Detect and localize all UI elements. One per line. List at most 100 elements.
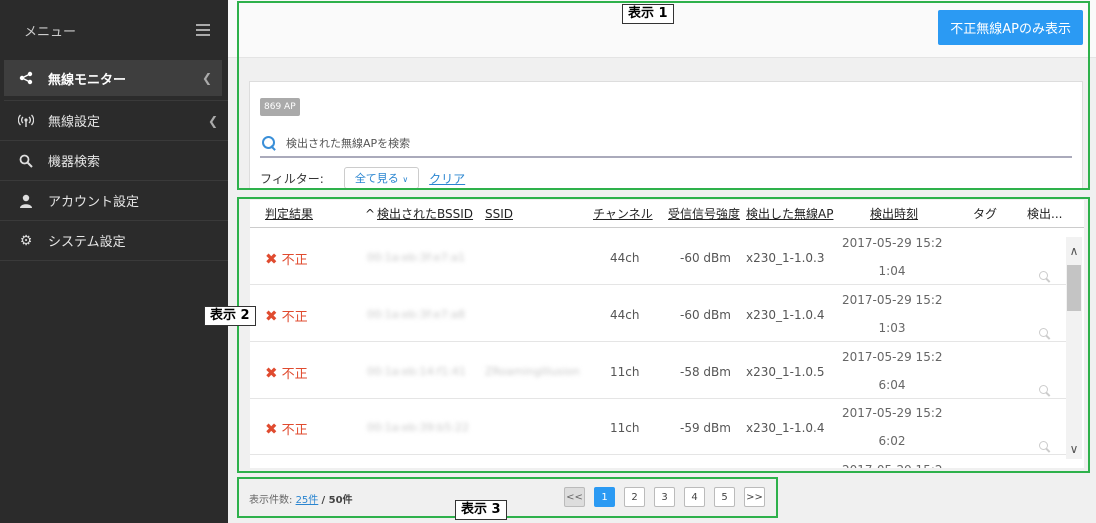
page-1-button[interactable]: 1 [594,487,615,507]
search-placeholder: 検出された無線APを検索 [286,137,411,150]
clear-filter-link[interactable]: クリア [429,170,465,187]
close-icon: ✖ [265,419,278,438]
table-row[interactable]: ✖ 不正 00:1a:eb:14:f1:41 ZRoamingIllusion 11ch… [250,343,1066,399]
detector-cell: x230_1-1.0.4 [746,308,825,322]
close-icon: ✖ [265,363,278,382]
channel-cell: 11ch [610,421,640,435]
table-footer: 表示件数: 25件 / 50件 << 1 2 3 4 5 >> [228,478,1096,523]
sort-asc-icon: ^ [365,206,376,221]
time-cell: 2017-05-29 15:2 1:04 [842,236,943,278]
annotation-label-2: 表示 2 [204,306,256,326]
record-count: 表示件数: 25件 / 50件 [249,495,353,506]
time-cell: 2017-05-29 15:2 1:03 [842,293,943,335]
col-ssid[interactable]: SSID [485,207,513,221]
filter-label: フィルター: [260,171,324,186]
sidebar-item-wireless-monitor[interactable]: 無線モニター ❮ [4,60,222,96]
menu-label: メニュー [24,24,77,40]
chevron-left-icon: ❮ [207,113,218,128]
filter-panel: 869 AP 検出された無線APを検索 フィルター: 全て見る ∨ クリア [249,81,1083,189]
time-cell: 2017-05-29 15:2 6:04 [842,350,943,392]
search-icon [18,153,34,169]
detector-cell: x230_1-1.0.4 [746,421,825,435]
col-tag: タグ [973,207,998,221]
table-row[interactable]: 2017-05-29 15:2 [250,456,1066,468]
page-2-button[interactable]: 2 [624,487,645,507]
ap-count-badge: 869 AP [260,98,300,116]
channel-cell: 44ch [610,308,640,322]
user-icon [18,193,34,209]
rogue-status: ✖ 不正 [265,363,308,383]
table-row[interactable]: ✖ 不正 00:1a:eb:39:b5:22 11ch -59 dBm x230_1-1.… [250,399,1066,455]
table-scrollbar[interactable]: ∧ ∨ [1066,237,1082,459]
sidebar-item-label: アカウント設定 [48,195,140,210]
search-icon [262,136,276,150]
rogue-status: ✖ 不正 [265,249,308,269]
scroll-up-icon[interactable]: ∧ [1066,243,1082,259]
sidebar-item-system-settings[interactable]: ⚙ システム設定 [0,221,228,261]
sidebar-item-label: システム設定 [48,235,126,250]
col-channel[interactable]: チャンネル [593,205,653,222]
filter-row: フィルター: 全て見る ∨ クリア [260,167,465,189]
scroll-down-icon[interactable]: ∨ [1066,441,1082,457]
ap-table: 判定結果 ^ 検出されたBSSID SSID チャンネル 受信信号強度 検出した… [250,200,1084,468]
magnifier-icon[interactable] [1039,327,1051,340]
sidebar-item-wireless-settings[interactable]: 無線設定 ❮ [0,101,228,141]
sidebar-item-device-search[interactable]: 機器検索 [0,141,228,181]
page-last-button[interactable]: >> [744,487,765,507]
col-bssid[interactable]: 検出されたBSSID [377,205,473,222]
rssi-cell: -60 dBm [680,251,731,265]
channel-cell: 11ch [610,365,640,379]
share-icon [18,70,34,86]
sidebar: メニュー 無線モニター ❮ 無線設定 ❮ 機器検索 アカウント設定 ⚙ システム… [0,0,228,523]
rogue-status: ✖ 不正 [265,306,308,326]
sidebar-item-label: 機器検索 [48,155,101,170]
rssi-cell: -60 dBm [680,308,731,322]
rogue-status: ✖ 不正 [265,419,308,439]
pagination: << 1 2 3 4 5 >> [564,487,774,507]
col-judgement[interactable]: 判定結果 [265,205,313,222]
col-detector[interactable]: 検出した無線AP [746,205,833,222]
magnifier-icon[interactable] [1039,270,1051,283]
bssid-cell: 00:1a:eb:14:f1:41 [367,365,466,378]
annotation-label-1: 表示 1 [622,4,674,24]
show-rogue-only-button[interactable]: 不正無線APのみ表示 [938,10,1083,45]
col-rssi[interactable]: 受信信号強度 [668,205,740,222]
page-3-button[interactable]: 3 [654,487,675,507]
time-cell: 2017-05-29 15:2 [842,456,943,468]
sidebar-item-label: 無線設定 [48,115,101,130]
magnifier-icon[interactable] [1039,440,1051,453]
table-row[interactable]: ✖ 不正 00:1a:eb:3f:e7:a1 44ch -60 dBm x230_1-1.… [250,229,1066,285]
chevron-down-icon: ∨ [402,175,409,184]
main-content: 不正無線APのみ表示 869 AP 検出された無線APを検索 フィルター: 全て… [228,0,1096,523]
bssid-cell: 00:1a:eb:39:b5:22 [367,421,469,434]
detector-cell: x230_1-1.0.5 [746,365,825,379]
col-time[interactable]: 検出時刻 [870,205,918,222]
gear-icon: ⚙ [19,232,33,249]
time-cell: 2017-05-29 15:2 6:02 [842,406,943,448]
sidebar-item-label: 無線モニター [48,72,127,88]
ssid-cell: ZRoamingIllusion [485,365,580,378]
page-5-button[interactable]: 5 [714,487,735,507]
page-first-button[interactable]: << [564,487,585,507]
wireless-icon [18,113,34,129]
chevron-left-icon: ❮ [201,71,212,85]
annotation-label-3: 表示 3 [455,500,507,520]
sidebar-item-account-settings[interactable]: アカウント設定 [0,181,228,221]
rssi-cell: -59 dBm [680,421,731,435]
close-icon: ✖ [265,249,278,268]
col-detect: 検出... [1027,207,1063,221]
hamburger-icon[interactable] [196,24,210,36]
bssid-cell: 00:1a:eb:3f:e7:a8 [367,308,466,321]
channel-cell: 44ch [610,251,640,265]
search-input[interactable]: 検出された無線APを検索 [260,130,1072,158]
table-row[interactable]: ✖ 不正 00:1a:eb:3f:e7:a8 44ch -60 dBm x230_1-1.… [250,286,1066,342]
per-page-link[interactable]: 25件 [296,495,319,506]
menu-header: メニュー [0,0,228,60]
page-4-button[interactable]: 4 [684,487,705,507]
magnifier-icon[interactable] [1039,384,1051,397]
filter-dropdown[interactable]: 全て見る ∨ [343,167,420,189]
scroll-thumb[interactable] [1067,265,1081,311]
bssid-cell: 00:1a:eb:3f:e7:a1 [367,251,466,264]
detector-cell: x230_1-1.0.3 [746,251,825,265]
table-header: 判定結果 ^ 検出されたBSSID SSID チャンネル 受信信号強度 検出した… [250,200,1084,228]
